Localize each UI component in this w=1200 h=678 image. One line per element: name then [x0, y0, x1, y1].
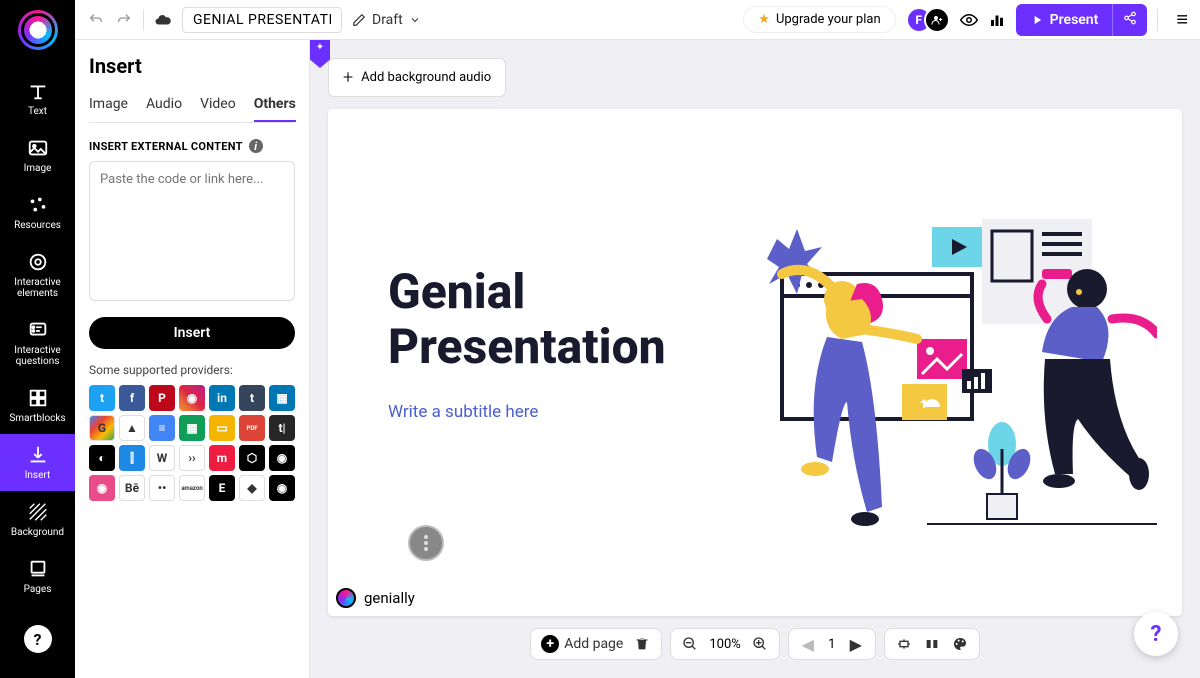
provider-facebook[interactable]: f [119, 385, 145, 411]
nav-insert[interactable]: Insert [0, 434, 75, 491]
plus-circle-icon: + [541, 635, 559, 653]
nav-interactive-questions[interactable]: Interactive questions [0, 309, 75, 377]
genially-badge: genially [336, 588, 415, 608]
nav-image[interactable]: Image [0, 127, 75, 184]
presentation-title-input[interactable] [182, 7, 342, 33]
preview-icon[interactable] [960, 11, 978, 29]
provider-gdrive[interactable]: ▲ [119, 415, 145, 441]
app-logo[interactable] [18, 10, 58, 50]
analytics-icon[interactable] [988, 11, 1006, 29]
embed-input[interactable] [89, 161, 295, 301]
prev-page-icon[interactable]: ◀ [799, 635, 817, 653]
status-label: Draft [372, 12, 403, 28]
slide-options-button[interactable] [408, 525, 444, 561]
share-button[interactable] [1112, 4, 1147, 36]
nav-pages[interactable]: Pages [0, 548, 75, 605]
share-icon [1123, 11, 1137, 25]
pencil-icon [352, 13, 366, 27]
provider-typeform[interactable]: t| [269, 415, 295, 441]
slide-illustration [727, 189, 1157, 549]
provider-github[interactable]: ◉ [269, 445, 295, 471]
provider-mailchimp[interactable]: ◐ [89, 445, 115, 471]
upgrade-button[interactable]: ★Upgrade your plan [743, 6, 895, 33]
provider-tumblr[interactable]: t [239, 385, 265, 411]
zoom-out-icon[interactable] [681, 635, 699, 653]
zoom-in-icon[interactable] [751, 635, 769, 653]
help-button[interactable]: ? [24, 625, 52, 653]
pin-icon[interactable] [310, 40, 330, 68]
provider-twitter[interactable]: t [89, 385, 115, 411]
provider-meetup[interactable]: m [209, 445, 235, 471]
nav-resources[interactable]: Resources [0, 184, 75, 241]
provider-gdocs[interactable]: ≡ [149, 415, 175, 441]
cloud-save-icon[interactable] [154, 11, 172, 29]
slide-canvas[interactable]: Genial Presentation Write a subtitle her… [328, 109, 1182, 616]
chevron-down-icon [409, 14, 421, 26]
provider-pdf[interactable]: PDF [239, 415, 265, 441]
canvas-fit-icon[interactable] [895, 635, 913, 653]
add-audio-button[interactable]: + Add background audio [328, 58, 506, 97]
tab-others[interactable]: Others [254, 96, 296, 122]
provider-sketchfab[interactable]: ◆ [239, 475, 265, 501]
insert-button[interactable]: Insert [89, 317, 295, 349]
provider-grid: tfP◉int▦G▲≡▦▭PDFt|◐⫿W››m⬡◉◉Bē••amazonE◆◉ [89, 385, 295, 501]
slide-subtitle[interactable]: Write a subtitle here [388, 402, 538, 422]
provider-flickr[interactable]: •• [149, 475, 175, 501]
play-icon [1030, 13, 1044, 27]
nav-text[interactable]: Text [0, 70, 75, 127]
canvas-split-icon[interactable] [923, 635, 941, 653]
present-button[interactable]: Present [1016, 4, 1113, 36]
zoom-level: 100% [709, 637, 740, 652]
avatar-add [924, 7, 950, 33]
star-icon: ★ [758, 12, 770, 27]
page-number: 1 [827, 637, 837, 652]
provider-gsheets[interactable]: ▦ [179, 415, 205, 441]
nav-smartblocks[interactable]: Smartblocks [0, 377, 75, 434]
provider-amplitude[interactable]: ⫿ [119, 445, 145, 471]
provider-issuu[interactable]: ›› [179, 445, 205, 471]
chat-help-button[interactable]: ? [1134, 612, 1178, 656]
redo-icon[interactable] [115, 11, 133, 29]
slide-title[interactable]: Genial Presentation [388, 264, 666, 374]
add-page-button[interactable]: +Add page [541, 635, 623, 653]
provider-dribbble[interactable]: ◉ [89, 475, 115, 501]
provider-codepen[interactable]: ⬡ [239, 445, 265, 471]
delete-page-icon[interactable] [633, 635, 651, 653]
canvas-palette-icon[interactable] [951, 635, 969, 653]
providers-label: Some supported providers: [89, 363, 295, 377]
provider-gmaps[interactable]: G [89, 415, 115, 441]
external-content-label: INSERT EXTERNAL CONTENT [89, 140, 243, 153]
status-dropdown[interactable]: Draft [352, 12, 421, 28]
tab-audio[interactable]: Audio [146, 96, 182, 122]
undo-icon[interactable] [87, 11, 105, 29]
provider-spotify[interactable]: ◉ [269, 475, 295, 501]
tab-video[interactable]: Video [200, 96, 236, 122]
provider-behance[interactable]: Bē [119, 475, 145, 501]
plus-icon: + [343, 67, 353, 88]
info-icon[interactable]: i [249, 139, 263, 153]
provider-gslides[interactable]: ▭ [209, 415, 235, 441]
menu-icon[interactable]: ≡ [1176, 7, 1188, 32]
collaborators[interactable]: F [906, 7, 950, 33]
provider-eventbrite[interactable]: E [209, 475, 235, 501]
panel-title: Insert [89, 54, 295, 78]
next-page-icon[interactable]: ▶ [847, 635, 865, 653]
tab-image[interactable]: Image [89, 96, 128, 122]
provider-slideshare[interactable]: ▦ [269, 385, 295, 411]
provider-amazon[interactable]: amazon [179, 475, 205, 501]
provider-linkedin[interactable]: in [209, 385, 235, 411]
nav-background[interactable]: Background [0, 491, 75, 548]
provider-pinterest[interactable]: P [149, 385, 175, 411]
provider-instagram[interactable]: ◉ [179, 385, 205, 411]
provider-wikipedia[interactable]: W [149, 445, 175, 471]
nav-interactive-elements[interactable]: Interactive elements [0, 241, 75, 309]
